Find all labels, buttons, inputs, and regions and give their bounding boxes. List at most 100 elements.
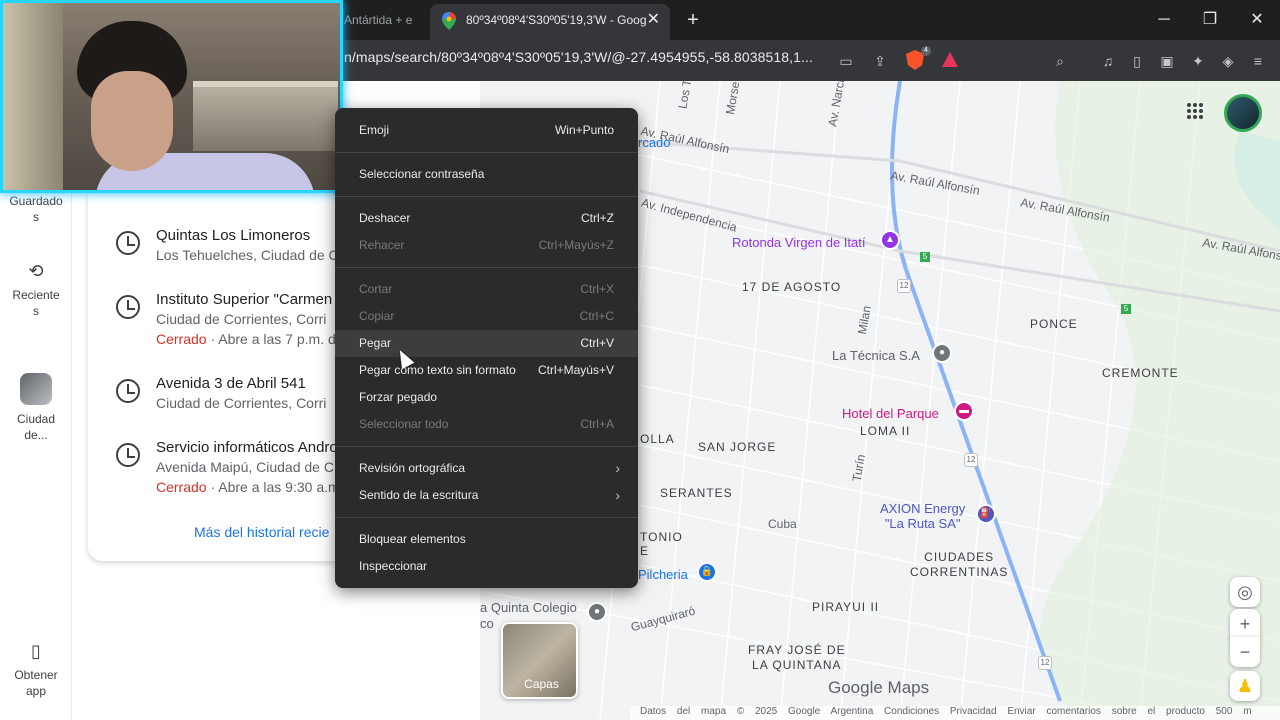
district-label: PONCE — [1030, 317, 1078, 331]
recent-place-city-button[interactable]: Ciudad de... — [0, 373, 72, 443]
gas-station-pin-icon[interactable]: ⛽ — [976, 504, 996, 524]
street-label: Cuba — [768, 517, 797, 531]
menu-item-inspect[interactable]: Inspeccionar — [335, 553, 638, 580]
poi-label[interactable]: AXION Energy "La Ruta SA" — [880, 501, 965, 531]
menu-separator — [335, 196, 638, 197]
history-title: Servicio informáticos Andro — [156, 439, 338, 456]
menu-item-spellcheck[interactable]: Revisión ortográfica › — [335, 455, 638, 482]
minimize-button[interactable]: ─ — [1152, 6, 1176, 34]
restore-button[interactable]: ❐ — [1198, 6, 1222, 34]
tab-google-maps[interactable]: 80º34º08º4'S30º05'19,3'W - Goog ✕ — [430, 4, 670, 40]
menu-item-writing-direction[interactable]: Sentido de la escritura › — [335, 482, 638, 509]
menu-label: Sentido de la escritura — [359, 488, 479, 502]
district-label: OLLA — [640, 432, 675, 446]
menu-icon[interactable]: ≡ — [1248, 51, 1268, 71]
menu-label: Emoji — [359, 123, 390, 137]
green-marker: 5 — [1121, 304, 1131, 314]
cast-icon[interactable]: ▭ — [836, 51, 856, 71]
menu-item-block-elements[interactable]: Bloquear elementos — [335, 526, 638, 553]
menu-item-cut: Cortar Ctrl+X — [335, 276, 638, 303]
district-label: TONIO — [640, 530, 683, 544]
menu-label: Deshacer — [359, 211, 411, 225]
poi-label[interactable]: rcado — [638, 135, 671, 150]
hotel-pin-icon[interactable]: ▬ — [954, 401, 974, 421]
account-avatar[interactable] — [1224, 94, 1262, 132]
history-status: Cerrado · Abre a las 9:30 a.m — [156, 479, 340, 495]
route-shield: 12 — [1038, 656, 1052, 670]
menu-item-select-all: Seleccionar todo Ctrl+A — [335, 411, 638, 438]
sidebar-icon[interactable]: ▯ — [1127, 51, 1147, 71]
close-window-button[interactable]: ✕ — [1245, 6, 1269, 34]
webcam-overlay — [0, 0, 343, 193]
place-pin-icon[interactable]: ● — [932, 343, 952, 363]
recent-label: Reciente s — [12, 288, 60, 318]
pegman-icon[interactable]: ♟ — [1230, 671, 1260, 701]
brave-rewards-icon[interactable] — [942, 52, 958, 67]
history-subtitle: Ciudad de Corrientes, Corri — [156, 311, 327, 327]
route-shield: 12 — [897, 279, 911, 293]
shopping-pin-icon[interactable]: 🔒 — [697, 562, 717, 582]
menu-label: Forzar pegado — [359, 390, 438, 404]
google-maps-favicon-icon — [442, 12, 456, 30]
district-label: 17 DE AGOSTO — [742, 280, 842, 294]
city-label: Ciudad de... — [16, 412, 56, 442]
monument-pin-icon[interactable]: ▲ — [880, 230, 900, 250]
poi-label[interactable]: Pilcheria — [638, 567, 688, 582]
my-location-icon[interactable]: ◎ — [1230, 577, 1260, 607]
layers-button[interactable]: Capas — [501, 622, 578, 699]
webcam-person — [71, 21, 191, 190]
google-apps-icon[interactable] — [1187, 103, 1203, 119]
menu-item-paste[interactable]: Pegar Ctrl+V — [335, 330, 638, 357]
menu-shortcut: Ctrl+Mayús+Z — [538, 238, 614, 252]
webcam-background — [193, 81, 338, 151]
zoom-out-button[interactable]: − — [1230, 637, 1260, 667]
tab-close-icon[interactable]: ✕ — [647, 4, 660, 36]
menu-separator — [335, 267, 638, 268]
search-tab-icon[interactable]: ⌕ — [1050, 51, 1070, 71]
vpn-icon[interactable]: ◈ — [1218, 51, 1238, 71]
menu-item-emoji[interactable]: Emoji Win+Punto — [335, 117, 638, 144]
opening-hours: · Abre a las 7 p.m. d — [206, 331, 336, 347]
media-icon[interactable]: ♫ — [1098, 51, 1118, 71]
poi-label[interactable]: La Técnica S.A — [832, 348, 920, 363]
clock-icon — [116, 443, 140, 467]
district-label: LOMA II — [860, 424, 911, 438]
menu-shortcut: Ctrl+A — [580, 417, 614, 431]
route-shield: 12 — [964, 453, 978, 467]
more-history-link[interactable]: Más del historial recie — [194, 524, 329, 540]
history-title: Instituto Superior "Carmen — [156, 291, 333, 308]
green-marker: 5 — [920, 252, 930, 262]
layers-label: Capas — [524, 677, 559, 691]
school-pin-icon[interactable]: ● — [587, 602, 607, 622]
leo-ai-icon[interactable]: ✦ — [1188, 51, 1208, 71]
webcam-background — [3, 3, 63, 190]
history-title: Quintas Los Limoneros — [156, 227, 311, 244]
share-icon[interactable]: ⇪ — [870, 51, 890, 71]
district-label: FRAY JOSÉ DE LA QUINTANA — [748, 643, 846, 672]
webcam-person — [91, 71, 173, 171]
menu-item-paste-plain[interactable]: Pegar como texto sin formato Ctrl+Mayús+V — [335, 357, 638, 384]
get-app-label: Obtener app — [14, 668, 58, 698]
recent-button[interactable]: ⟲ Reciente s — [0, 259, 72, 319]
poi-label[interactable]: Hotel del Parque — [842, 406, 939, 421]
closed-label: Cerrado — [156, 479, 207, 495]
clock-icon — [116, 379, 140, 403]
address-bar[interactable]: n/maps/search/80º34º08º4'S30º05'19,3'W/@… — [344, 49, 813, 65]
saved-button[interactable]: Guardado s — [0, 193, 72, 225]
menu-item-select-password[interactable]: Seleccionar contraseña — [335, 161, 638, 188]
wallet-icon[interactable]: ▣ — [1157, 51, 1177, 71]
new-tab-button[interactable]: + — [683, 6, 703, 34]
google-maps-logo: Google Maps — [828, 678, 930, 697]
poi-label[interactable]: Rotonda Virgen de Itatí — [732, 235, 865, 250]
tab-antartida[interactable]: Antártida + e — [344, 6, 426, 34]
menu-shortcut: Ctrl+Z — [581, 211, 614, 225]
history-subtitle: Los Tehuelches, Ciudad de C — [156, 247, 339, 263]
opening-hours: · Abre a las 9:30 a.m — [206, 479, 340, 495]
district-label: PIRAYUI II — [812, 600, 880, 614]
menu-label: Pegar — [359, 336, 392, 350]
menu-item-force-paste[interactable]: Forzar pegado — [335, 384, 638, 411]
clock-icon — [116, 231, 140, 255]
menu-item-undo[interactable]: Deshacer Ctrl+Z — [335, 205, 638, 232]
zoom-in-button[interactable]: + — [1230, 609, 1260, 639]
get-app-button[interactable]: ▯ Obtener app — [0, 639, 72, 699]
